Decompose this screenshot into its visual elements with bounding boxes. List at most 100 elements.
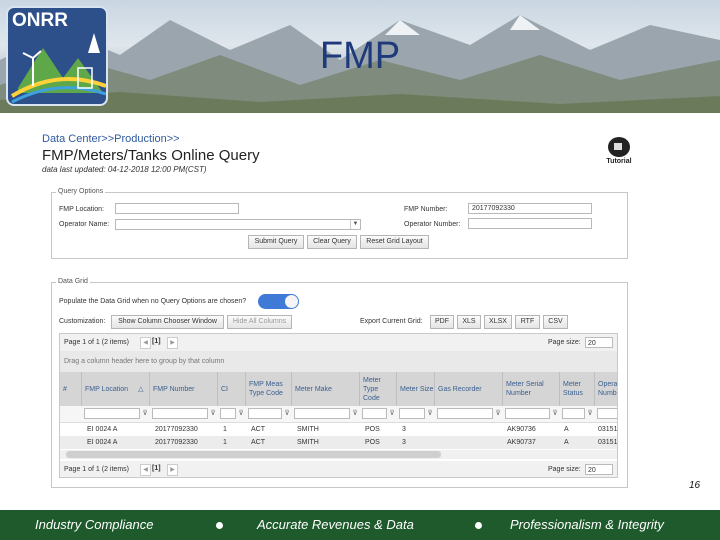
tutorial-label: Tutorial [606,158,632,165]
filter-input[interactable] [597,408,617,419]
sort-asc-icon[interactable]: △ [138,385,143,394]
col-header-fmp-location-label: FMP Location [85,385,129,393]
col-header-gas-recorder[interactable]: Gas Recorder [435,372,503,406]
page-size-select[interactable]: 20 [585,337,613,348]
current-page[interactable]: [1] [152,465,161,472]
footer-item-integrity: Professionalism & Integrity [510,517,664,532]
filter-icon[interactable]: ⊽ [494,409,502,418]
cell-fmp-number: 20177092330 [155,439,198,446]
cell-status: A [564,439,569,446]
col-header-fmp-location[interactable]: FMP Location △ [82,372,150,406]
clear-query-button[interactable]: Clear Query [307,235,357,249]
col-header-meter-size[interactable]: Meter Size [397,372,435,406]
filter-input[interactable] [437,408,493,419]
col-header-fmp-number[interactable]: FMP Number [150,372,218,406]
filter-icon[interactable]: ⊽ [551,409,559,418]
pager-text: Page 1 of 1 (2 items) [64,466,129,473]
col-header-meter-serial-number[interactable]: Meter Serial Number [503,372,560,406]
populate-toggle[interactable] [258,294,299,309]
export-xlsx-button[interactable]: XLSX [484,315,512,329]
fmp-location-input[interactable] [115,203,239,214]
chevron-down-icon[interactable]: ▼ [350,220,360,229]
show-column-chooser-button[interactable]: Show Column Chooser Window [111,315,224,329]
operator-number-input[interactable] [468,218,592,229]
filter-icon[interactable]: ⊽ [141,409,149,418]
horizontal-scrollbar[interactable] [60,450,617,459]
filter-input[interactable] [362,408,387,419]
fmp-number-input[interactable]: 20177092330 [468,203,592,214]
cell-ci: 1 [223,426,227,433]
export-rtf-button[interactable]: RTF [515,315,540,329]
fmp-number-label: FMP Number: [404,206,448,213]
pager-text: Page 1 of 1 (2 items) [64,339,129,346]
slide-header: ONRR FMP [0,0,720,113]
filter-input[interactable] [294,408,350,419]
col-header-fmp-meas-type-code[interactable]: FMP Meas Type Code [246,372,292,406]
pager-bottom: Page 1 of 1 (2 items) ◀ [1] ▶ Page size:… [60,461,617,477]
footer-item-compliance: Industry Compliance [35,517,154,532]
filter-icon[interactable]: ⊽ [209,409,217,418]
operator-name-label: Operator Name: [59,221,110,228]
filter-input[interactable] [562,408,585,419]
current-page[interactable]: [1] [152,338,161,345]
export-pdf-button[interactable]: PDF [430,315,454,329]
slide-title: FMP [319,35,401,77]
submit-query-button[interactable]: Submit Query [248,235,304,249]
cell-meter-type: POS [365,426,380,433]
bullet-icon [475,522,482,529]
operator-name-select[interactable]: ▼ [115,219,361,230]
filter-icon[interactable]: ⊽ [426,409,434,418]
filter-icon[interactable]: ⊽ [388,409,396,418]
tutorial-button[interactable]: Tutorial [603,137,635,165]
breadcrumb[interactable]: Data Center>>Production>> [42,133,180,145]
operator-number-label: Operator Number: [404,221,461,228]
scrollbar-thumb[interactable] [66,451,441,458]
next-page-icon[interactable]: ▶ [167,464,178,476]
col-header-ci[interactable]: CI [218,372,246,406]
filter-icon[interactable]: ⊽ [283,409,291,418]
filter-icon[interactable]: ⊽ [586,409,594,418]
hide-all-columns-button[interactable]: Hide All Columns [227,315,292,329]
prev-page-icon[interactable]: ◀ [140,337,151,349]
filter-input[interactable] [248,408,282,419]
filter-input[interactable] [152,408,208,419]
toggle-knob [285,295,298,308]
query-options-legend: Query Options [56,188,106,195]
page-size-label: Page size: [548,339,581,346]
pager-top: Page 1 of 1 (2 items) ◀ [1] ▶ Page size:… [60,334,617,351]
page-size-label: Page size: [548,466,581,473]
col-header-meter-type-code[interactable]: Meter Type Code [360,372,397,406]
prev-page-icon[interactable]: ◀ [140,464,151,476]
group-panel[interactable]: Drag a column header here to group by th… [60,351,617,372]
cell-meter-make: SMITH [297,439,319,446]
customization-label: Customization: [59,318,106,325]
export-xls-button[interactable]: XLS [457,315,481,329]
cell-meas-type: ACT [251,439,265,446]
video-camera-icon [608,137,630,157]
export-csv-button[interactable]: CSV [543,315,568,329]
filter-input[interactable] [399,408,425,419]
export-label: Export Current Grid: [360,318,423,325]
col-header-operator-number[interactable]: Opera Numb [595,372,617,406]
cell-fmp-number: 20177092330 [155,426,198,433]
footer-item-revenues: Accurate Revenues & Data [257,517,414,532]
filter-input[interactable] [84,408,140,419]
filter-input[interactable] [505,408,550,419]
col-header-meter-status[interactable]: Meter Status [560,372,595,406]
filter-icon[interactable]: ⊽ [351,409,359,418]
reset-grid-layout-button[interactable]: Reset Grid Layout [360,235,429,249]
table-row[interactable]: EI 0024 A 20177092330 1 ACT SMITH POS 3 … [60,436,618,449]
col-header-meter-make[interactable]: Meter Make [292,372,360,406]
table-row[interactable]: EI 0024 A 20177092330 1 ACT SMITH POS 3 … [60,423,618,436]
filter-icon[interactable]: ⊽ [237,409,245,418]
page-size-select[interactable]: 20 [585,464,613,475]
cell-operator-number: 03151 [598,426,618,433]
col-header-index[interactable]: # [60,372,82,406]
slide-number: 16 [689,480,701,491]
filter-input[interactable] [220,408,236,419]
populate-label: Populate the Data Grid when no Query Opt… [59,298,247,305]
cell-fmp-location: EI 0024 A [87,439,118,446]
cell-operator-number: 03151 [598,439,618,446]
next-page-icon[interactable]: ▶ [167,337,178,349]
cell-status: A [564,426,569,433]
